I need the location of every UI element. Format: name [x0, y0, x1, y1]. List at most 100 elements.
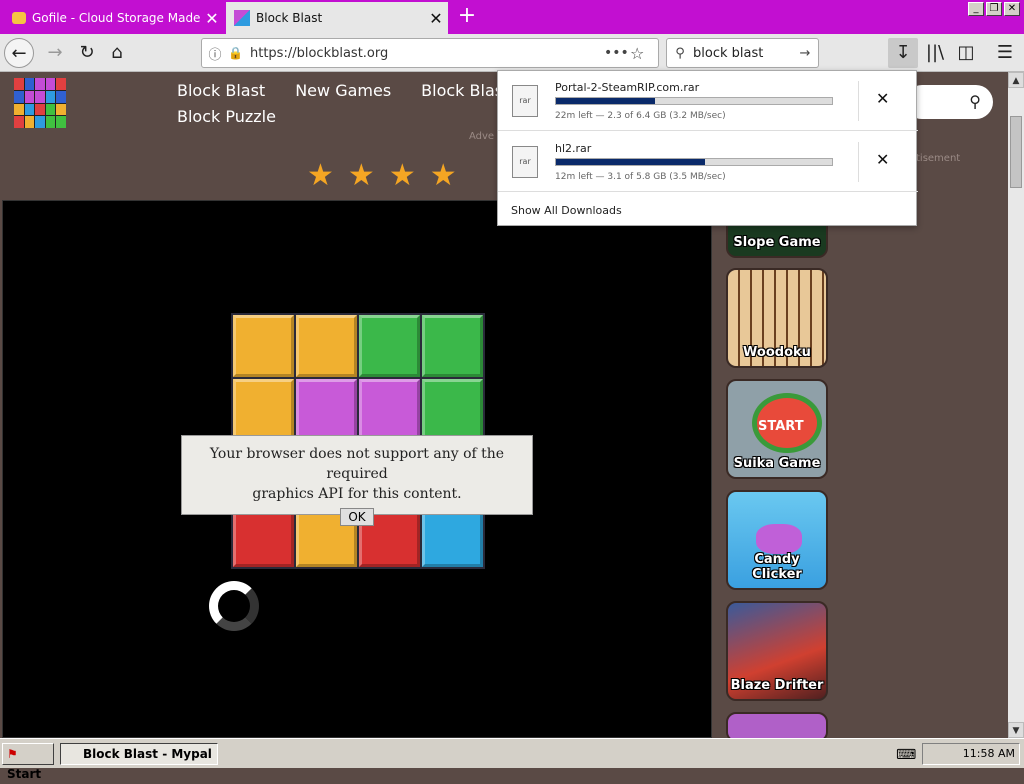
start-label: Start — [7, 767, 42, 781]
window-controls: _ ❐ ✕ — [968, 2, 1020, 16]
star-icon[interactable]: ★ — [307, 158, 334, 193]
nav-link-block-puzzle[interactable]: Block Puzzle — [177, 107, 276, 126]
divider — [858, 142, 859, 182]
download-item[interactable]: rar Portal-2-SteamRIP.com.rar 22m left —… — [498, 71, 918, 131]
lock-icon: 🔒 — [228, 46, 243, 60]
site-nav: Block Blast New Games Block Blast 3 Block … — [177, 78, 525, 130]
windows-logo-icon: ⚑ — [7, 747, 18, 761]
nav-link-new-games[interactable]: New Games — [295, 81, 391, 100]
library-icon: ||\ — [925, 42, 945, 63]
star-icon[interactable]: ★ — [430, 158, 457, 193]
address-bar[interactable]: ⓘ 🔒 https://blockblast.org ••• ☆ — [201, 38, 659, 68]
alert-message-line2: graphics API for this content. — [252, 486, 462, 502]
download-arrow-icon: ↧ — [895, 42, 911, 63]
download-status: 22m left — 2.3 of 6.4 GB (3.2 MB/sec) — [555, 111, 726, 121]
home-icon: ⌂ — [111, 42, 123, 63]
alert-message-line1: Your browser does not support any of the… — [209, 446, 505, 482]
page-actions-icon[interactable]: ••• — [604, 45, 630, 61]
graphics-error-dialog: Your browser does not support any of the… — [181, 435, 533, 526]
tab-gofile[interactable]: Gofile - Cloud Storage Made Simple ✕ — [0, 2, 224, 34]
new-tab-button[interactable]: + — [454, 3, 480, 29]
clock[interactable]: 11:58 AM — [963, 747, 1015, 760]
rating-stars[interactable]: ★ ★ ★ ★ — [307, 158, 457, 193]
gofile-favicon-icon — [12, 12, 26, 24]
download-progress-bar — [555, 158, 833, 166]
game-tile-label: Candy Clicker — [752, 552, 802, 582]
info-icon[interactable]: ⓘ — [202, 44, 228, 63]
forward-arrow-icon: → — [47, 42, 63, 63]
download-filename: hl2.rar — [555, 142, 592, 155]
bookmark-star-icon[interactable]: ☆ — [630, 44, 658, 63]
game-tile-next[interactable] — [726, 712, 828, 738]
reload-button[interactable]: ↻ — [72, 38, 102, 68]
forward-button[interactable]: → — [40, 38, 70, 68]
tab-title: Block Blast — [256, 11, 323, 25]
game-tile-suika[interactable]: START Suika Game — [726, 379, 828, 479]
minimize-button[interactable]: _ — [968, 2, 984, 16]
start-button[interactable]: ⚑ Start — [2, 743, 54, 781]
archive-file-icon: rar — [512, 146, 538, 178]
game-tile-label: Woodoku — [743, 345, 811, 360]
downloads-panel: rar Portal-2-SteamRIP.com.rar 22m left —… — [497, 70, 918, 226]
candy-icon — [756, 524, 802, 554]
taskbar-app-button[interactable]: Block Blast - Mypal — [60, 743, 218, 765]
scroll-down-icon[interactable]: ▼ — [1008, 722, 1024, 738]
search-icon: ⚲ — [675, 45, 685, 61]
scroll-thumb[interactable] — [1010, 116, 1022, 188]
cancel-download-icon[interactable]: ✕ — [876, 89, 889, 108]
game-tile-candy-clicker[interactable]: Candy Clicker — [726, 490, 828, 590]
download-progress-fill — [556, 159, 706, 165]
site-logo[interactable] — [14, 78, 66, 128]
game-tile-woodoku[interactable]: Woodoku — [726, 268, 828, 368]
home-button[interactable]: ⌂ — [102, 38, 132, 68]
search-icon: ⚲ — [969, 92, 981, 111]
system-tray: 11:58 AM — [922, 743, 1020, 765]
divider — [858, 81, 859, 121]
back-arrow-icon: ← — [11, 43, 27, 64]
hamburger-menu-icon: ☰ — [996, 42, 1014, 63]
keyboard-icon[interactable]: ⌨ — [896, 747, 916, 763]
tab-block-blast[interactable]: Block Blast ✕ — [226, 2, 448, 34]
game-tile-label: Blaze Drifter — [730, 678, 824, 693]
site-search-button[interactable]: ⚲ — [905, 85, 993, 119]
close-window-button[interactable]: ✕ — [1004, 2, 1020, 16]
game-tile-label: Slope Game — [733, 235, 821, 250]
download-progress-bar — [555, 97, 833, 105]
page-scrollbar[interactable]: ▲ ▼ — [1008, 72, 1024, 738]
sidebar-icon: ◫ — [957, 42, 975, 63]
cancel-download-icon[interactable]: ✕ — [876, 150, 889, 169]
navigation-toolbar: ← → ↻ ⌂ ⓘ 🔒 https://blockblast.org ••• ☆… — [0, 34, 1024, 72]
downloads-button[interactable]: ↧ — [888, 38, 918, 68]
archive-file-icon: rar — [512, 85, 538, 117]
sidebar-button[interactable]: ◫ — [951, 38, 981, 68]
scroll-up-icon[interactable]: ▲ — [1008, 72, 1024, 88]
ad-label: Adve — [469, 131, 495, 142]
star-icon[interactable]: ★ — [348, 158, 375, 193]
download-item[interactable]: rar hl2.rar 12m left — 3.1 of 5.8 GB (3.… — [498, 132, 918, 192]
url-text[interactable]: https://blockblast.org — [250, 46, 604, 61]
tab-close-icon[interactable]: ✕ — [200, 9, 224, 28]
search-bar[interactable]: ⚲ → — [666, 38, 819, 68]
tab-close-icon[interactable]: ✕ — [424, 9, 448, 28]
download-progress-fill — [556, 98, 656, 104]
game-tile-label: Suika Game — [733, 456, 821, 471]
os-taskbar: ⚑ Start Block Blast - Mypal ⌨ 11:58 AM — [0, 738, 1024, 781]
library-button[interactable]: ||\ — [920, 38, 950, 68]
tab-bar: Gofile - Cloud Storage Made Simple ✕ Blo… — [0, 0, 1024, 34]
download-status: 12m left — 3.1 of 5.8 GB (3.5 MB/sec) — [555, 172, 726, 182]
search-input[interactable] — [693, 45, 792, 61]
nav-link-block-blast[interactable]: Block Blast — [177, 81, 265, 100]
download-filename: Portal-2-SteamRIP.com.rar — [555, 81, 700, 94]
ok-button[interactable]: OK — [340, 508, 374, 526]
search-go-icon[interactable]: → — [792, 46, 818, 61]
start-label: START — [758, 419, 804, 434]
game-tile-blaze-drifter[interactable]: Blaze Drifter — [726, 601, 828, 701]
show-all-downloads-link[interactable]: Show All Downloads — [511, 204, 622, 217]
block-blast-favicon-icon — [234, 10, 250, 26]
back-button[interactable]: ← — [4, 38, 34, 68]
tab-title: Gofile - Cloud Storage Made Simple — [32, 11, 200, 25]
star-icon[interactable]: ★ — [389, 158, 416, 193]
reload-icon: ↻ — [79, 42, 95, 63]
menu-button[interactable]: ☰ — [990, 38, 1020, 68]
restore-button[interactable]: ❐ — [986, 2, 1002, 16]
